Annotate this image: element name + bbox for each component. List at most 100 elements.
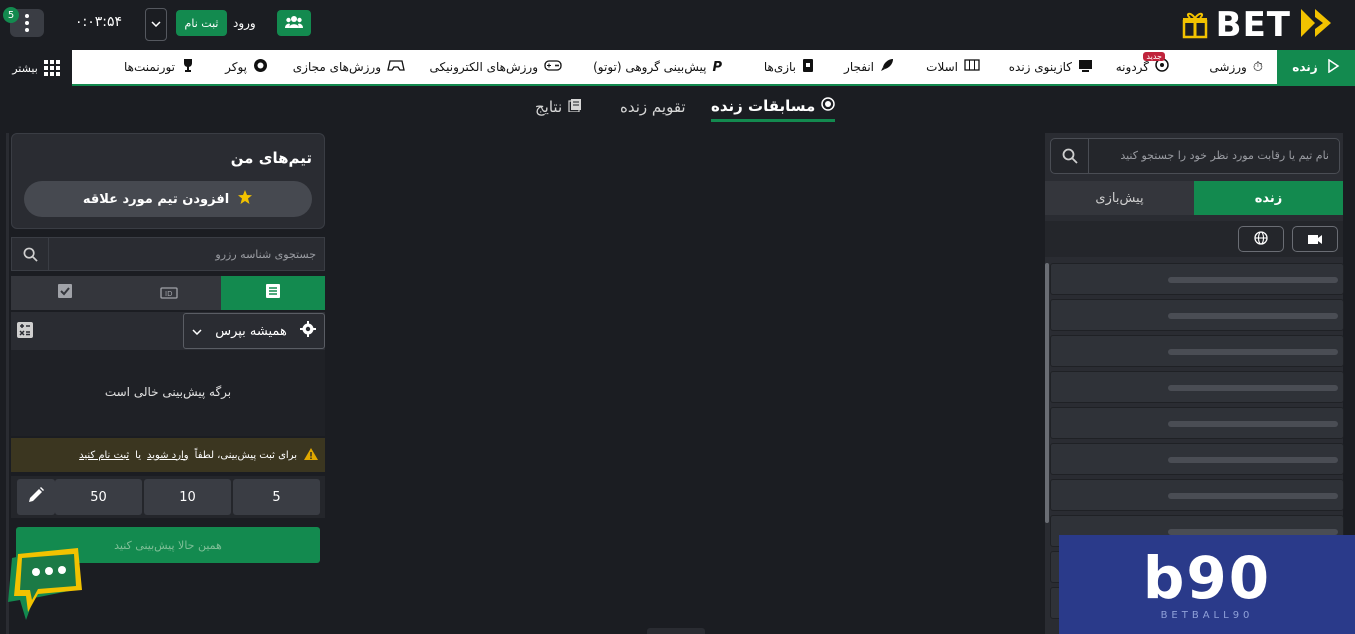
watermark-logo: b90: [1142, 544, 1272, 612]
nav-item-live-casino[interactable]: کازینوی زنده: [1009, 50, 1093, 84]
gift-icon[interactable]: [1182, 11, 1208, 39]
video-filter-button[interactable]: [1292, 226, 1338, 252]
odds-change-select[interactable]: همیشه بپرس: [183, 313, 325, 349]
odds-settings-row: همیشه بپرس: [11, 312, 325, 350]
main-nav: زنده ⏱ ورزشی جدید گردونه کازینوی زنده اس…: [0, 50, 1355, 86]
game-card-icon: [802, 58, 814, 77]
clock: ۰:۰۳:۵۴: [75, 14, 123, 30]
pencil-icon: [27, 486, 45, 508]
slot-machine-icon: [964, 59, 980, 75]
nav-label: پوکر: [225, 60, 247, 74]
event-tabs: زنده پیش‌بازی: [1045, 181, 1343, 215]
notification-badge: 5: [3, 7, 19, 23]
login-link[interactable]: ورود: [233, 16, 256, 30]
warning-text: برای ثبت پیش‌بینی، لطفاً: [194, 449, 297, 461]
dropdown-button[interactable]: [145, 8, 167, 41]
tab-label: نتایج: [535, 98, 563, 116]
list-item[interactable]: [1050, 335, 1344, 367]
login-link[interactable]: وارد شوید: [147, 450, 189, 461]
search-icon[interactable]: [1051, 139, 1089, 173]
tab-check[interactable]: [13, 276, 117, 310]
nav-item-live[interactable]: زنده: [1277, 50, 1355, 84]
live-play-icon: [1326, 58, 1340, 76]
nav-item-tournaments[interactable]: تورنمنت‌ها: [124, 50, 195, 84]
poker-chip-icon: [253, 58, 268, 77]
nav-item-crash[interactable]: انفجار: [844, 50, 894, 84]
signup-button[interactable]: ثبت نام: [176, 10, 227, 36]
nav-label: بازی‌ها: [763, 60, 796, 74]
globe-icon: [1254, 230, 1268, 249]
watermark: b90 BETBALL90: [1059, 535, 1355, 634]
logo-arrows-icon: [1299, 7, 1333, 43]
list-item[interactable]: [1050, 299, 1344, 331]
tab-betslip[interactable]: [221, 276, 325, 310]
edit-stake-button[interactable]: [17, 479, 55, 515]
tab-live-calendar[interactable]: تقویم زنده: [620, 92, 686, 122]
search-input[interactable]: نام تیم یا رقابت مورد نظر خود را جستجو ک…: [1120, 149, 1329, 162]
event-search[interactable]: نام تیم یا رقابت مورد نظر خود را جستجو ک…: [1050, 138, 1340, 174]
nav-label: انفجار: [844, 60, 874, 74]
nav-item-poker[interactable]: پوکر: [225, 50, 268, 84]
nav-item-toto[interactable]: P پیش‌بینی گروهی (توتو): [593, 50, 722, 84]
add-favorite-label: افزودن تیم مورد علاقه: [82, 191, 230, 207]
sub-tabs: مسابقات زنده تقویم زنده نتایج: [0, 92, 1355, 124]
list-icon: [265, 283, 281, 303]
list-item[interactable]: [1050, 443, 1344, 475]
nav-item-slots[interactable]: اسلات: [926, 50, 980, 84]
add-favorite-team-button[interactable]: افزودن تیم مورد علاقه: [24, 181, 312, 217]
stake-button[interactable]: 5: [233, 479, 320, 515]
tab-live-matches[interactable]: مسابقات زنده: [711, 92, 836, 122]
tab-live[interactable]: زنده: [1194, 181, 1343, 215]
list-item[interactable]: [1050, 407, 1344, 439]
nav-item-wheel[interactable]: جدید گردونه: [1116, 50, 1169, 84]
id-ticket-icon: ID: [160, 284, 178, 303]
calculator-icon[interactable]: [17, 322, 33, 338]
my-teams-card: تیم‌های من افزودن تیم مورد علاقه: [11, 133, 325, 229]
list-item[interactable]: [1050, 263, 1344, 295]
nav-label: تورنمنت‌ها: [124, 60, 175, 74]
toto-icon: P: [712, 59, 722, 75]
virtual-gamepad-icon: [387, 58, 405, 76]
stake-button[interactable]: 50: [55, 479, 142, 515]
booking-search[interactable]: جستجوی شناسه رزرو: [11, 237, 325, 271]
radio-icon: [821, 96, 836, 115]
chevron-down-icon: [192, 324, 202, 339]
tab-results[interactable]: نتایج: [535, 92, 582, 122]
logo-text: BET: [1215, 5, 1291, 45]
tab-booking[interactable]: ID: [117, 276, 221, 310]
login-warning: برای ثبت پیش‌بینی، لطفاً وارد شوید یا ثب…: [11, 438, 325, 472]
svg-text:ID: ID: [165, 290, 172, 298]
new-badge: جدید: [1143, 52, 1165, 61]
nav-live-label: زنده: [1292, 60, 1318, 74]
nav-item-games[interactable]: بازی‌ها: [764, 50, 814, 84]
chat-widget[interactable]: [4, 540, 88, 626]
nav-label: کازینوی زنده: [1008, 60, 1072, 74]
nav-more-button[interactable]: بیشتر: [0, 50, 72, 86]
brand-logo[interactable]: BET: [1182, 5, 1333, 45]
group-button[interactable]: [277, 10, 311, 36]
stake-button[interactable]: 10: [144, 479, 231, 515]
scrollbar[interactable]: [1045, 263, 1049, 523]
odds-option-label: همیشه بپرس: [215, 323, 287, 339]
nav-item-virtual[interactable]: ورزش‌های مجازی: [293, 50, 405, 84]
globe-filter-button[interactable]: [1238, 226, 1284, 252]
list-item[interactable]: [1050, 479, 1344, 511]
search-icon[interactable]: [12, 238, 49, 270]
list-item[interactable]: [1050, 371, 1344, 403]
nav-more-label: بیشتر: [12, 61, 38, 75]
booking-search-input[interactable]: جستجوی شناسه رزرو: [215, 248, 316, 261]
users-icon: [285, 14, 303, 33]
empty-betslip: برگه پیش‌بینی خالی است: [11, 350, 325, 436]
tab-prematch[interactable]: پیش‌بازی: [1045, 181, 1194, 215]
nav-label: ورزش‌های الکترونیکی: [429, 60, 538, 74]
trophy-icon: [181, 58, 195, 76]
center-scroll-handle[interactable]: [647, 628, 705, 634]
nav-item-esports[interactable]: ورزش‌های الکترونیکی: [430, 50, 562, 84]
tab-label: تقویم زنده: [620, 98, 686, 116]
chat-bubble-icon: [4, 546, 88, 630]
signup-link[interactable]: ثبت نام کنید: [79, 450, 129, 461]
checkbox-icon: [57, 283, 73, 303]
nav-item-sports[interactable]: ⏱ ورزشی: [1209, 50, 1263, 84]
more-vertical-icon: [25, 14, 29, 32]
nav-label: گردونه: [1115, 60, 1149, 74]
